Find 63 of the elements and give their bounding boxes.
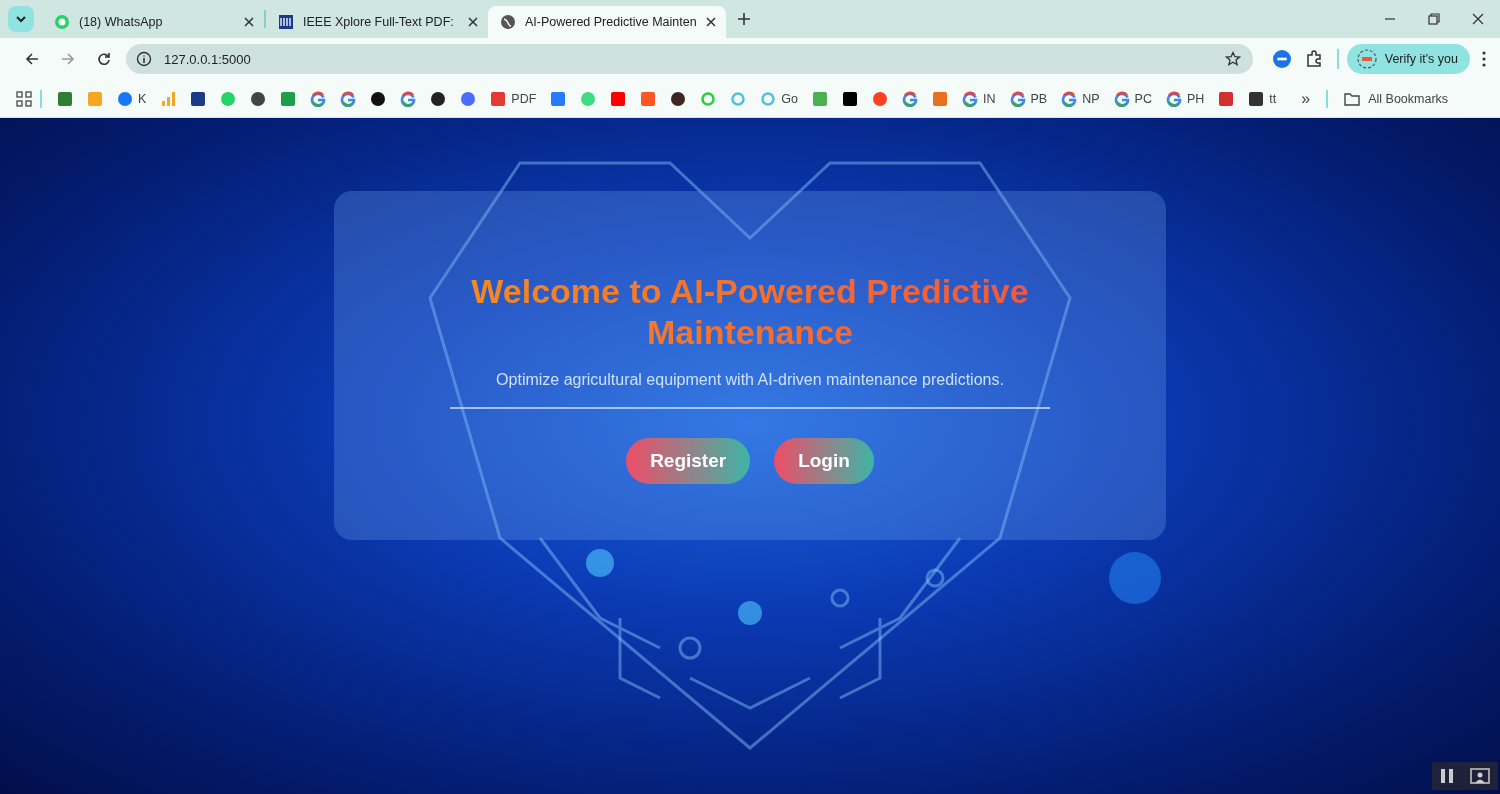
bookmark-link[interactable]: PH — [1158, 84, 1212, 113]
profile-button[interactable]: Verify it's you — [1346, 44, 1470, 74]
round-logo-icon[interactable] — [430, 90, 447, 107]
bookmark-link[interactable]: IN — [955, 84, 1003, 113]
tab-title: AI-Powered Predictive Mainten — [525, 15, 697, 29]
address-bar[interactable]: 127.0.0.1:5000 — [126, 44, 1253, 74]
close-icon[interactable] — [468, 17, 478, 27]
new-tab-icon[interactable] — [737, 13, 750, 25]
reload-icon[interactable] — [97, 52, 111, 66]
square-logo-icon — [278, 14, 294, 30]
bookmark-link[interactable]: PDF — [483, 84, 544, 113]
bookmark-link[interactable]: NP — [1054, 84, 1107, 113]
bookmark-link[interactable]: tt — [1241, 84, 1284, 113]
more-menu-icon[interactable] — [1482, 51, 1486, 67]
more-bookmarks-button[interactable]: » — [1293, 89, 1319, 108]
login-button[interactable]: Login — [774, 438, 874, 484]
folder-icon — [1344, 91, 1361, 106]
browser-tab[interactable]: IEEE Xplore Full-Text PDF: — [266, 6, 488, 38]
g-logo-icon — [1061, 90, 1078, 107]
tab-title: IEEE Xplore Full-Text PDF: — [303, 15, 455, 29]
tab-search-button[interactable] — [8, 6, 34, 32]
register-button[interactable]: Register — [626, 438, 751, 484]
g-logo-icon — [1165, 90, 1182, 107]
square-logo-icon — [1248, 90, 1265, 107]
g-logo-icon[interactable] — [902, 90, 919, 107]
ring-logo-icon — [760, 90, 777, 107]
info-icon — [136, 51, 152, 67]
square-logo-icon[interactable] — [842, 90, 859, 107]
close-icon[interactable] — [1472, 13, 1484, 25]
avatar-icon — [1356, 49, 1377, 69]
restore-icon[interactable] — [1428, 13, 1440, 25]
round-logo-icon — [117, 90, 133, 107]
url-text: 127.0.0.1:5000 — [164, 51, 252, 67]
close-icon[interactable] — [705, 17, 716, 27]
round-logo-icon[interactable] — [670, 90, 687, 107]
g-logo-icon[interactable] — [400, 90, 417, 107]
bookmark-link[interactable]: K — [110, 84, 154, 113]
g-logo-icon[interactable] — [340, 90, 357, 107]
bookmark-link[interactable]: PC — [1106, 84, 1159, 113]
g-logo-icon — [962, 90, 979, 107]
browser-tab[interactable]: (18) WhatsApp — [42, 6, 264, 38]
tagline-text: Optimize agricultural equipment with AI-driven maintenance predictions. — [496, 371, 1004, 389]
all-bookmarks-button[interactable]: All Bookmarks — [1336, 91, 1457, 106]
square-logo-icon[interactable] — [190, 90, 207, 107]
apps-grid-icon[interactable] — [16, 90, 32, 107]
round-logo-icon[interactable] — [370, 90, 387, 107]
g-logo-icon — [1009, 90, 1026, 107]
bookmark-link[interactable]: PB — [1002, 84, 1055, 113]
tab-title: (18) WhatsApp — [79, 15, 164, 29]
star-icon[interactable] — [1224, 51, 1241, 67]
pause-icon[interactable] — [1440, 768, 1454, 784]
g-logo-icon[interactable] — [310, 90, 327, 107]
round-logo-icon[interactable] — [250, 90, 267, 107]
picture-in-picture-icon[interactable] — [1470, 768, 1490, 784]
puzzle-piece-icon[interactable] — [1304, 50, 1323, 68]
square-logo-icon — [490, 90, 507, 107]
close-icon[interactable] — [244, 17, 254, 27]
bookmark-link[interactable]: Go — [753, 84, 806, 113]
chevron-down-icon — [15, 15, 27, 23]
back-arrow-icon[interactable] — [25, 52, 39, 66]
forward-arrow-icon[interactable] — [61, 52, 75, 66]
browser-tab[interactable]: AI-Powered Predictive Mainten — [488, 6, 726, 38]
g-logo-icon — [1113, 90, 1130, 107]
